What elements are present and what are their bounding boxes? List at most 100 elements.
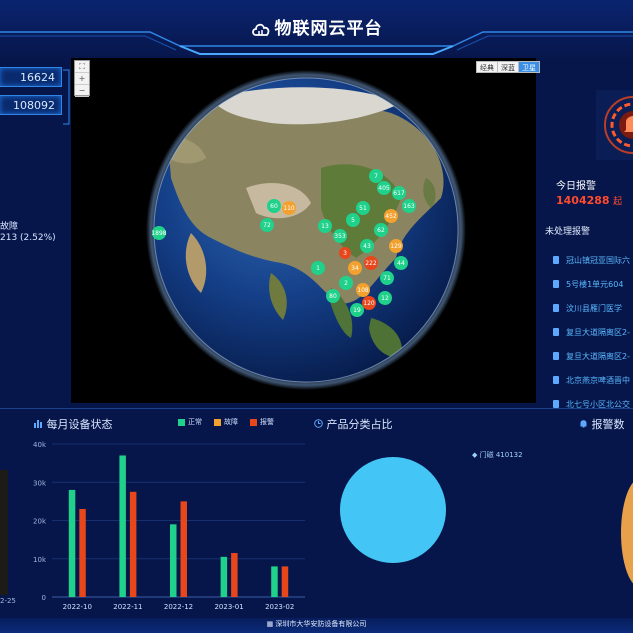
bar-报警[interactable] — [79, 509, 86, 597]
legend-item[interactable]: 报警 — [250, 417, 274, 427]
x-tick-label: 2022-11 — [113, 603, 142, 611]
alarm-item[interactable]: 汶川县雁门医学 — [553, 296, 633, 320]
legend-item[interactable]: 正常 — [178, 417, 202, 427]
map-marker[interactable]: 34 — [348, 261, 362, 275]
product-share-pie[interactable] — [340, 450, 460, 570]
bar-正常[interactable] — [170, 524, 177, 597]
alarm-item[interactable]: 北七号小区北公交 — [553, 392, 633, 416]
map-marker[interactable]: 1 — [311, 261, 325, 275]
counter-total: 16624 — [0, 67, 62, 87]
y-tick-label: 0 — [42, 594, 46, 602]
svg-text:2: 2 — [344, 280, 348, 287]
bar-正常[interactable] — [68, 489, 76, 597]
globe[interactable]: 1898 60 72 110 13 353 5 1 405 452 617 51… — [71, 58, 536, 403]
document-icon — [553, 280, 559, 288]
today-alarm-value: 1404288 起 — [556, 194, 623, 207]
bar-正常[interactable] — [271, 566, 278, 597]
bar-正常[interactable] — [220, 556, 228, 597]
svg-text:51: 51 — [359, 205, 367, 212]
cloud-icon — [251, 21, 271, 42]
map-type-dark[interactable]: 深蓝 — [497, 61, 519, 73]
map-zoom-controls: ⛶ + − — [74, 60, 90, 97]
counter-bracket — [63, 69, 70, 125]
svg-text:19: 19 — [353, 307, 361, 314]
fullscreen-icon[interactable]: ⛶ — [75, 61, 89, 73]
alarm-item[interactable]: 5号楼1单元604 — [553, 272, 633, 296]
svg-text:1898: 1898 — [151, 230, 166, 237]
svg-text:12: 12 — [381, 295, 389, 302]
bar-报警[interactable] — [129, 491, 137, 597]
unhandled-alarm-label: 未处理报警 — [545, 227, 591, 237]
zoom-out-icon[interactable]: − — [75, 85, 89, 97]
svg-text:80: 80 — [329, 293, 337, 300]
map-marker[interactable]: 452 — [384, 209, 398, 223]
page-title: 物联网云平台 — [0, 14, 633, 42]
svg-text:60: 60 — [270, 203, 278, 210]
svg-text:44: 44 — [397, 260, 405, 267]
map-marker[interactable]: 12 — [378, 291, 392, 305]
map-marker[interactable]: 7 — [369, 169, 383, 183]
svg-text:7: 7 — [374, 173, 378, 180]
document-icon — [553, 328, 559, 336]
left-chart-strip — [0, 470, 8, 595]
map-marker[interactable]: 43 — [360, 239, 374, 253]
map-marker[interactable]: 62 — [374, 223, 388, 237]
map-marker[interactable]: 222 — [364, 256, 378, 270]
legend-swatch — [250, 418, 257, 426]
bar-正常[interactable] — [119, 455, 126, 597]
legend-swatch — [178, 418, 185, 426]
svg-text:222: 222 — [365, 260, 377, 267]
map-marker[interactable]: 80 — [326, 289, 340, 303]
map-marker[interactable]: 72 — [260, 218, 274, 232]
bar-报警[interactable] — [281, 566, 289, 597]
monthly-status-chart: 0 10k 20k 30k 40k 2022-10 2022-11 2022-12 2023-0… — [33, 441, 305, 611]
bar-报警[interactable] — [180, 501, 188, 597]
svg-text:5: 5 — [351, 217, 355, 224]
map-marker[interactable]: 120 — [362, 296, 376, 310]
x-tick-label: 2022-12 — [164, 603, 193, 611]
map-marker[interactable]: 71 — [380, 271, 394, 285]
alarm-count-title: 报警数 — [579, 416, 625, 432]
map-marker[interactable]: 51 — [356, 201, 370, 215]
map-marker[interactable]: 617 — [392, 186, 406, 200]
legend-swatch — [214, 418, 221, 426]
map-marker[interactable]: 110 — [282, 201, 296, 215]
alarm-item[interactable]: 北京燕京啤酒晋中 — [553, 368, 633, 392]
y-tick-label: 30k — [33, 479, 47, 487]
bar-报警[interactable] — [231, 553, 238, 597]
map-marker[interactable]: 3 — [339, 247, 351, 259]
map-marker[interactable]: 19 — [350, 303, 364, 317]
map-marker[interactable]: 405 — [377, 181, 391, 195]
left-axis-date: 2-25 — [0, 597, 16, 605]
map-marker[interactable]: 60 — [267, 199, 281, 213]
document-icon — [553, 304, 559, 312]
svg-text:163: 163 — [403, 203, 415, 210]
globe-map[interactable]: 1898 60 72 110 13 353 5 1 405 452 617 51… — [71, 58, 536, 403]
legend-item[interactable]: 故障 — [214, 417, 238, 427]
product-share-title: 产品分类占比 — [314, 416, 393, 432]
section-divider — [0, 408, 633, 409]
map-marker[interactable]: 163 — [402, 199, 416, 213]
map-marker[interactable]: 44 — [394, 256, 408, 270]
map-marker[interactable]: 353 — [333, 229, 347, 243]
map-marker[interactable]: 13 — [318, 219, 332, 233]
today-alarm-unit: 起 — [613, 197, 623, 207]
x-tick-label: 2023-01 — [214, 603, 243, 611]
chart-bar-icon — [34, 418, 43, 431]
svg-text:120: 120 — [363, 300, 375, 307]
alarm-count-gauge — [621, 478, 633, 588]
svg-text:129: 129 — [390, 243, 402, 250]
map-marker[interactable]: 108 — [356, 283, 370, 297]
alarm-item[interactable]: 冠山镇冠亚国际六 — [553, 248, 633, 272]
svg-text:353: 353 — [334, 233, 346, 240]
map-type-satellite[interactable]: 卫星 — [518, 61, 540, 73]
svg-text:1: 1 — [316, 265, 320, 272]
map-marker[interactable]: 129 — [389, 239, 403, 253]
svg-text:34: 34 — [351, 265, 359, 272]
alarm-item[interactable]: 复旦大道隔离区2- — [553, 320, 633, 344]
map-marker[interactable]: 5 — [346, 213, 360, 227]
zoom-in-icon[interactable]: + — [75, 73, 89, 85]
map-type-classic[interactable]: 经典 — [476, 61, 498, 73]
alarm-item[interactable]: 复旦大道隔离区2- — [553, 344, 633, 368]
map-marker[interactable]: 2 — [339, 276, 353, 290]
